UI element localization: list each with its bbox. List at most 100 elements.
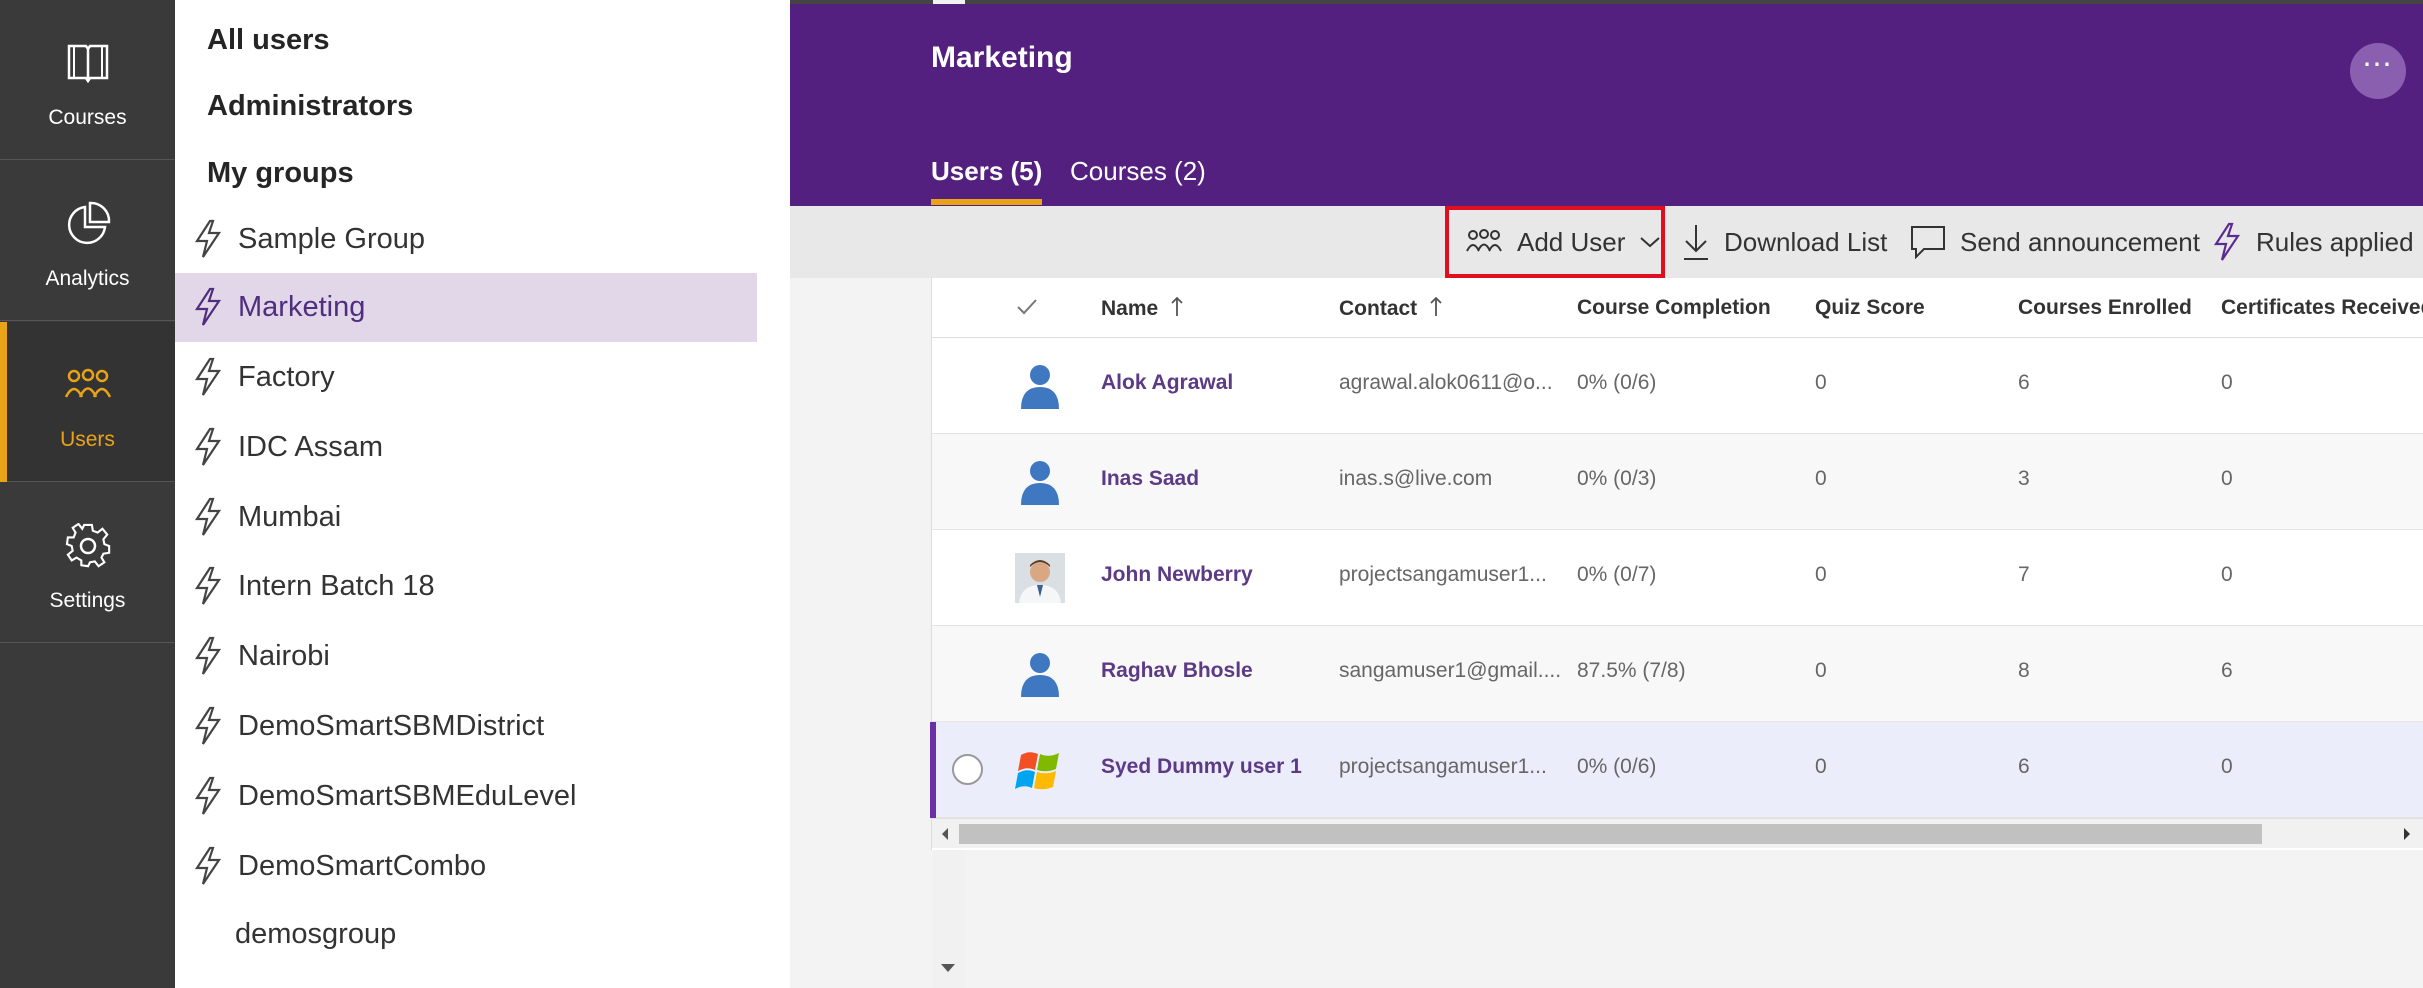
scroll-down-arrow-icon[interactable] <box>941 964 955 972</box>
pie-chart-icon <box>0 199 175 249</box>
table-row[interactable]: Alok Agrawal agrawal.alok0611@o... 0% (0… <box>932 338 2423 434</box>
scroll-left-arrow-icon[interactable] <box>940 827 950 841</box>
certificates-received: 0 <box>2221 755 2233 778</box>
send-announcement-button[interactable]: Send announcement <box>1910 206 2200 278</box>
courses-enrolled: 8 <box>2018 659 2030 682</box>
users-icon <box>0 360 175 410</box>
lightning-icon <box>2213 222 2241 261</box>
lightning-icon <box>194 636 222 675</box>
lightning-icon <box>194 427 222 466</box>
group-item-selected[interactable]: Marketing <box>175 273 757 342</box>
user-name-link[interactable]: Inas Saad <box>1101 467 1199 491</box>
nav-settings[interactable]: Settings <box>0 483 175 643</box>
group-item[interactable]: DemoSmartSBMDistrict <box>175 692 757 761</box>
user-contact: projectsangamuser1... <box>1339 563 1547 586</box>
nav-analytics[interactable]: Analytics <box>0 161 175 321</box>
app-nav-rail: Courses Analytics Users Settings <box>0 0 175 988</box>
all-users-link[interactable]: All users <box>207 24 330 57</box>
user-name-link[interactable]: Raghav Bhosle <box>1101 659 1253 683</box>
nav-users[interactable]: Users <box>0 322 175 482</box>
administrators-link[interactable]: Administrators <box>207 90 413 123</box>
course-completion: 0% (0/6) <box>1577 371 1657 394</box>
nav-settings-label: Settings <box>49 589 126 612</box>
group-item[interactable]: Mumbai <box>175 483 757 552</box>
photo-avatar <box>1015 553 1065 603</box>
checkmark-icon[interactable] <box>1016 298 1038 316</box>
group-item[interactable]: DemoSmartCombo <box>175 832 757 901</box>
rules-applied-button[interactable]: Rules applied <box>2212 206 2414 278</box>
page-title: Marketing <box>931 41 1073 74</box>
column-header-course-completion[interactable]: Course Completion <box>1577 296 1771 320</box>
person-icon <box>1021 653 1059 697</box>
add-user-label: Add User <box>1517 226 1626 257</box>
group-item[interactable]: Sample Group <box>175 205 757 274</box>
group-item[interactable]: Factory <box>175 343 757 412</box>
sort-ascending-icon <box>1171 296 1183 316</box>
user-contact: sangamuser1@gmail.... <box>1339 659 1562 682</box>
group-item[interactable]: Intern Batch 18 <box>175 552 757 621</box>
speech-bubble-icon <box>1911 226 1945 259</box>
gear-icon <box>0 521 175 571</box>
quiz-score: 0 <box>1815 467 1827 490</box>
groups-panel: All users Administrators My groups Sampl… <box>175 0 965 988</box>
group-item[interactable]: Nairobi <box>175 622 757 691</box>
column-header-contact[interactable]: Contact <box>1339 296 1443 321</box>
users-table: Name Contact Course Completion Quiz Scor… <box>930 278 2423 850</box>
certificates-received: 6 <box>2221 659 2233 682</box>
table-header: Name Contact Course Completion Quiz Scor… <box>932 278 2423 338</box>
table-row[interactable]: Raghav Bhosle sangamuser1@gmail.... 87.5… <box>932 626 2423 722</box>
row-select-radio[interactable] <box>952 754 983 785</box>
table-row[interactable]: John Newberry projectsangamuser1... 0% (… <box>932 530 2423 626</box>
group-item-label: DemoSmartCombo <box>238 850 487 882</box>
lightning-icon <box>194 846 222 885</box>
tab-courses[interactable]: Courses (2) <box>1070 156 1206 187</box>
column-header-name[interactable]: Name <box>1101 296 1184 321</box>
quiz-score: 0 <box>1815 563 1827 586</box>
send-announcement-label: Send announcement <box>1960 226 2200 257</box>
rules-applied-label: Rules applied <box>2256 226 2414 257</box>
table-row[interactable]: Inas Saad inas.s@live.com 0% (0/3) 0 3 0 <box>932 434 2423 530</box>
group-item[interactable]: demosgroup <box>175 900 757 969</box>
courses-enrolled: 6 <box>2018 755 2030 778</box>
scrollbar-thumb[interactable] <box>959 824 2262 844</box>
user-name-link[interactable]: Alok Agrawal <box>1101 371 1233 395</box>
nav-courses[interactable]: Courses <box>0 0 175 160</box>
group-header: Marketing ⋯ Users (5) Courses (2) <box>790 4 2423 206</box>
user-name-link[interactable]: Syed Dummy user 1 <box>1101 755 1302 779</box>
user-contact: inas.s@live.com <box>1339 467 1493 490</box>
scroll-right-arrow-icon[interactable] <box>2402 827 2412 841</box>
course-completion: 0% (0/3) <box>1577 467 1657 490</box>
group-item-label: Mumbai <box>238 501 342 533</box>
quiz-score: 0 <box>1815 371 1827 394</box>
table-horizontal-scrollbar[interactable] <box>932 818 2423 848</box>
course-completion: 87.5% (7/8) <box>1577 659 1686 682</box>
chevron-down-icon <box>1640 237 1661 248</box>
user-contact: projectsangamuser1... <box>1339 755 1547 778</box>
add-user-button[interactable]: Add User <box>1445 206 1665 278</box>
table-row-selected[interactable]: Syed Dummy user 1 projectsangamuser1... … <box>930 722 2423 818</box>
group-item-label: Marketing <box>238 291 366 323</box>
download-icon <box>1684 225 1708 260</box>
my-groups-heading: My groups <box>207 157 354 189</box>
column-header-courses-enrolled[interactable]: Courses Enrolled <box>2018 296 2192 320</box>
column-header-certificates[interactable]: Certificates Received <box>2221 296 2423 320</box>
nav-courses-label: Courses <box>48 106 127 129</box>
group-item-label: demosgroup <box>235 918 397 950</box>
courses-enrolled: 3 <box>2018 467 2030 490</box>
group-item[interactable]: IDC Assam <box>175 413 757 482</box>
book-icon <box>0 38 175 88</box>
windows-logo-icon <box>1015 752 1059 790</box>
column-header-label: Contact <box>1339 297 1418 320</box>
group-item[interactable]: DemoSmartSBMEduLevel <box>175 762 757 831</box>
lightning-icon <box>194 776 222 815</box>
tab-users[interactable]: Users (5) <box>931 156 1043 205</box>
nav-users-label: Users <box>60 428 115 451</box>
users-icon <box>1466 229 1502 252</box>
user-name-link[interactable]: John Newberry <box>1101 563 1253 587</box>
column-header-quiz-score[interactable]: Quiz Score <box>1815 296 1925 320</box>
nav-analytics-label: Analytics <box>45 267 130 290</box>
more-options-button[interactable]: ⋯ <box>2350 43 2406 99</box>
download-list-button[interactable]: Download List <box>1682 206 1887 278</box>
person-icon <box>1021 365 1059 409</box>
group-item-label: DemoSmartSBMDistrict <box>238 710 545 742</box>
